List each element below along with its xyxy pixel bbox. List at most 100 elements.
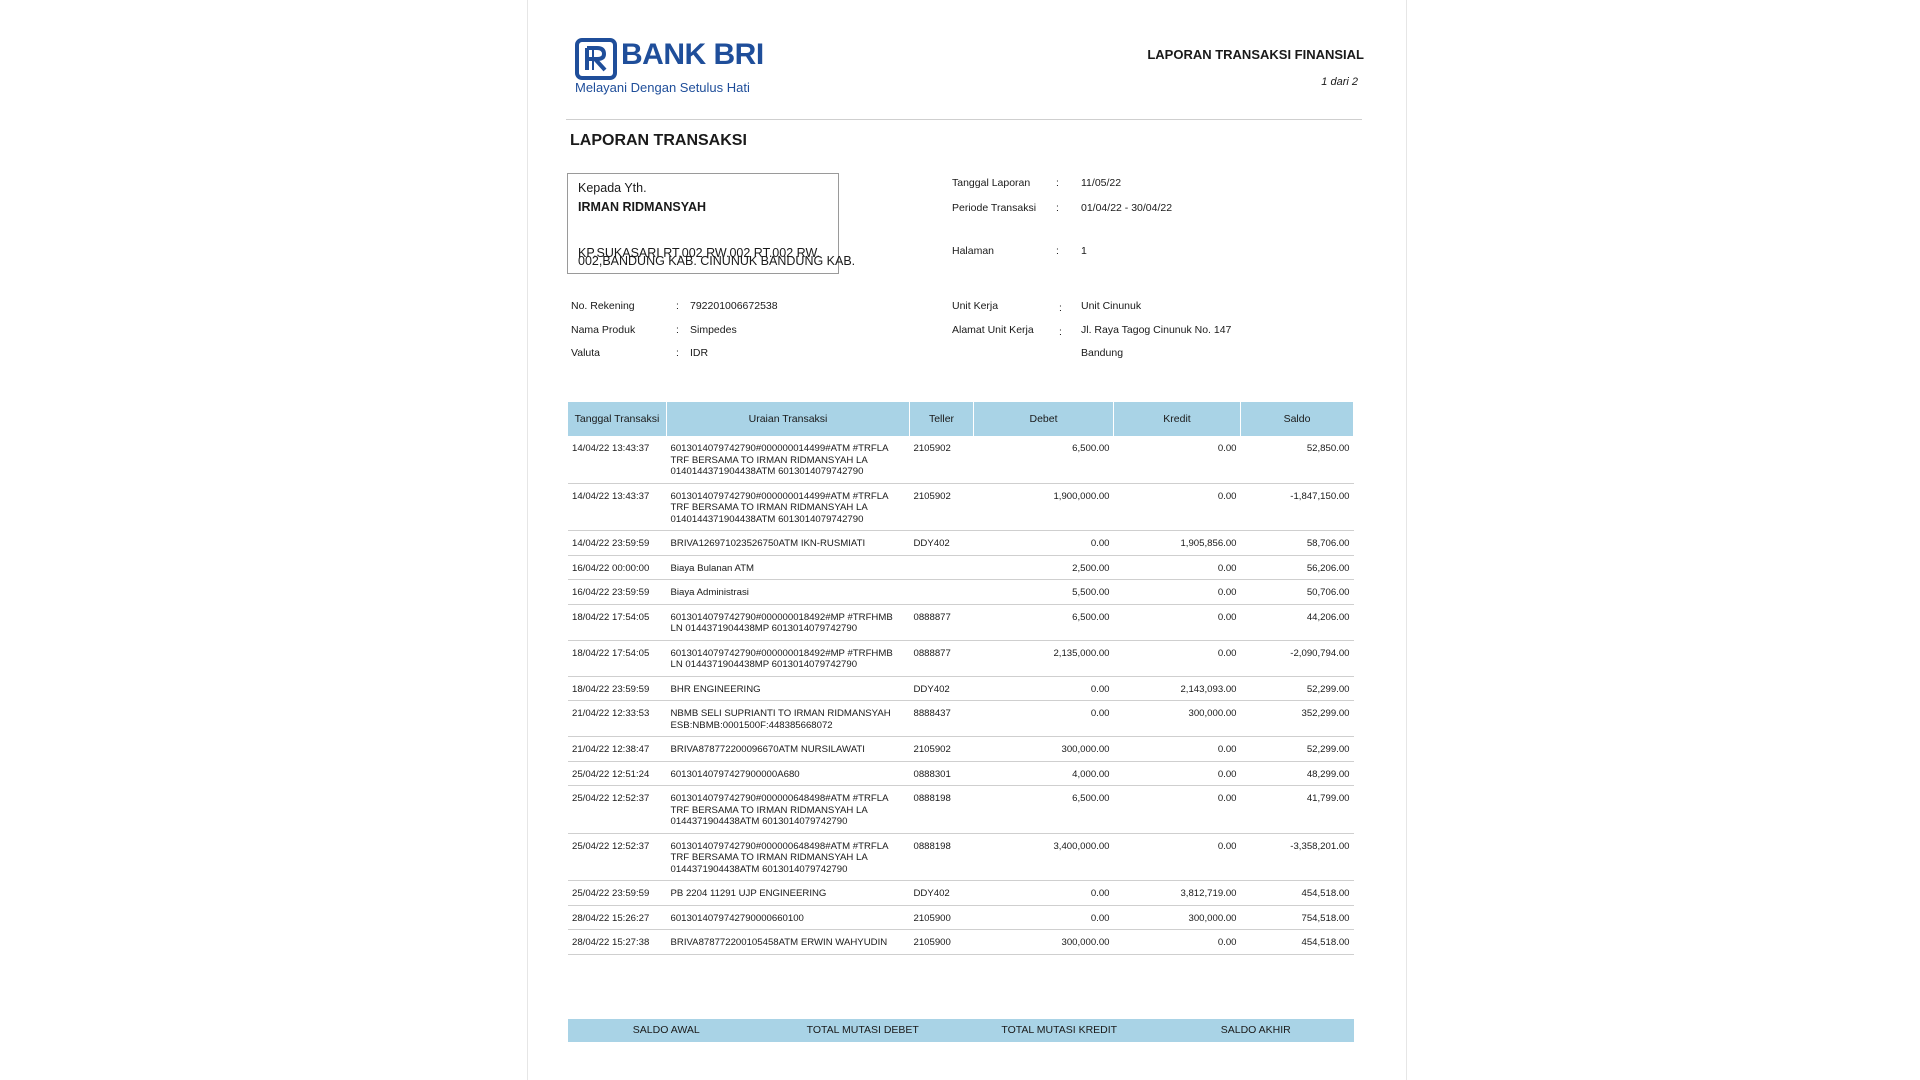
cell-description: Biaya Administrasi — [666, 579, 910, 605]
produk-value: Simpedes — [690, 324, 737, 336]
alamat-colon: : — [1059, 326, 1062, 338]
cell-credit: 0.00 — [1113, 785, 1241, 834]
summary-footer-bar: SALDO AWAL TOTAL MUTASI DEBET TOTAL MUTA… — [568, 1019, 1354, 1042]
cell-description: 6013014079742790#000000014499#ATM #TRFLA… — [666, 483, 910, 531]
cell-teller: DDY402 — [909, 880, 974, 906]
cell-description: BHR ENGINEERING — [666, 676, 910, 701]
cell-balance: 41,799.00 — [1240, 785, 1354, 834]
cell-balance: 52,299.00 — [1240, 676, 1354, 701]
cell-balance: 52,850.00 — [1240, 436, 1354, 484]
cell-credit: 0.00 — [1113, 736, 1241, 762]
cell-balance: 44,206.00 — [1240, 604, 1354, 641]
cell-date: 25/04/22 23:59:59 — [568, 880, 667, 906]
table-row: 18/04/22 23:59:59 BHR ENGINEERING DDY402 0.… — [568, 676, 1354, 701]
table-row: 16/04/22 00:00:00 Biaya Bulanan ATM 2,500.… — [568, 555, 1354, 580]
cell-credit: 3,812,719.00 — [1113, 880, 1241, 906]
cell-teller — [909, 579, 974, 605]
logo-tagline: Melayani Dengan Setulus Hati — [575, 80, 750, 95]
cell-description: 6013014079742790#000000018492#MP #TRFHMB… — [666, 604, 910, 641]
cell-debit: 0.00 — [973, 676, 1114, 701]
section-title: LAPORAN TRANSAKSI — [570, 132, 747, 149]
report-page: BANK BRI Melayani Dengan Setulus Hati LA… — [527, 0, 1407, 1080]
logo-text: BANK BRI — [621, 38, 764, 71]
cell-teller: 2105902 — [909, 436, 974, 484]
cell-description: 60130140797427900000A680 — [666, 761, 910, 786]
produk-label: Nama Produk — [571, 324, 636, 336]
rekening-value: 792201006672538 — [690, 300, 778, 312]
alamat-value-line1: Jl. Raya Tagog Cinunuk No. 147 — [1081, 324, 1232, 336]
report-title: LAPORAN TRANSAKSI FINANSIAL — [1147, 47, 1364, 62]
cell-description: 6013014079742790#000000014499#ATM #TRFLA… — [666, 436, 910, 484]
transaction-table: Tanggal Transaksi Uraian Transaksi Telle… — [568, 402, 1354, 955]
cell-teller: DDY402 — [909, 676, 974, 701]
cell-debit: 1,900,000.00 — [973, 483, 1114, 531]
cell-teller: 2105900 — [909, 929, 974, 955]
cell-date: 16/04/22 23:59:59 — [568, 579, 667, 605]
cell-balance: -3,358,201.00 — [1240, 833, 1354, 881]
table-row: 16/04/22 23:59:59 Biaya Administrasi 5,500… — [568, 579, 1354, 605]
cell-debit: 2,500.00 — [973, 555, 1114, 580]
cell-teller: 0888877 — [909, 604, 974, 641]
cell-teller: 8888437 — [909, 700, 974, 737]
cell-teller: 2105900 — [909, 905, 974, 930]
cell-credit: 0.00 — [1113, 604, 1241, 641]
cell-teller: 2105902 — [909, 736, 974, 762]
header-divider — [566, 119, 1362, 120]
cell-balance: 58,706.00 — [1240, 530, 1354, 556]
alamat-label: Alamat Unit Kerja — [952, 324, 1034, 336]
cell-description: BRIVA878772200105458ATM ERWIN WAHYUDIN — [666, 929, 910, 955]
periode-label: Periode Transaksi — [952, 202, 1037, 214]
cell-debit: 0.00 — [973, 880, 1114, 906]
table-row: 21/04/22 12:38:47 BRIVA878772200096670ATM… — [568, 736, 1354, 762]
page-indicator: 1 dari 2 — [1321, 76, 1358, 88]
cell-description: BRIVA878772200096670ATM NURSILAWATI — [666, 736, 910, 762]
cell-date: 18/04/22 17:54:05 — [568, 604, 667, 641]
cell-credit: 0.00 — [1113, 761, 1241, 786]
column-header: Uraian Transaksi — [666, 402, 910, 436]
cell-balance: 454,518.00 — [1240, 929, 1354, 955]
cell-credit: 300,000.00 — [1113, 905, 1241, 930]
cell-teller: DDY402 — [909, 530, 974, 556]
unit-value: Unit Cinunuk — [1081, 300, 1142, 312]
cell-teller — [909, 555, 974, 580]
tanggal-colon: : — [1056, 177, 1059, 189]
recipient-address-line2: 002,BANDUNG KAB. CINUNUK BANDUNG KAB. — [578, 254, 856, 268]
cell-debit: 0.00 — [973, 700, 1114, 737]
table-row: 25/04/22 12:51:24 60130140797427900000A68… — [568, 761, 1354, 786]
cell-balance: 48,299.00 — [1240, 761, 1354, 786]
table-row: 25/04/22 12:52:37 6013014079742790#000000… — [568, 833, 1354, 881]
produk-colon: : — [676, 324, 679, 336]
cell-date: 25/04/22 12:52:37 — [568, 833, 667, 881]
cell-balance: -1,847,150.00 — [1240, 483, 1354, 531]
cell-description: 6013014079742790#000000018492#MP #TRFHMB… — [666, 640, 910, 677]
cell-credit: 300,000.00 — [1113, 700, 1241, 737]
cell-debit: 300,000.00 — [973, 736, 1114, 762]
rekening-colon: : — [676, 300, 679, 312]
cell-debit: 5,500.00 — [973, 579, 1114, 605]
cell-balance: 454,518.00 — [1240, 880, 1354, 906]
cell-credit: 0.00 — [1113, 555, 1241, 580]
cell-debit: 2,135,000.00 — [973, 640, 1114, 677]
cell-description: Biaya Bulanan ATM — [666, 555, 910, 580]
table-row: 14/04/22 13:43:37 6013014079742790#000000… — [568, 483, 1354, 531]
cell-description: 6013014079742790#000000648498#ATM #TRFLA… — [666, 785, 910, 834]
cell-date: 16/04/22 00:00:00 — [568, 555, 667, 580]
cell-teller: 0888877 — [909, 640, 974, 677]
column-header: Debet — [973, 402, 1114, 436]
periode-value: 01/04/22 - 30/04/22 — [1081, 202, 1173, 214]
cell-date: 25/04/22 12:51:24 — [568, 761, 667, 786]
cell-credit: 0.00 — [1113, 929, 1241, 955]
cell-description: PB 2204 11291 UJP ENGINEERING — [666, 880, 910, 906]
cell-date: 18/04/22 23:59:59 — [568, 676, 667, 701]
valuta-colon: : — [676, 347, 679, 359]
table-row: 28/04/22 15:27:38 BRIVA878772200105458ATM… — [568, 929, 1354, 955]
cell-debit: 6,500.00 — [973, 604, 1114, 641]
cell-balance: 754,518.00 — [1240, 905, 1354, 930]
rekening-label: No. Rekening — [571, 300, 635, 312]
table-row: 18/04/22 17:54:05 6013014079742790#000000… — [568, 604, 1354, 641]
recipient-salutation: Kepada Yth. — [578, 181, 647, 195]
tanggal-label: Tanggal Laporan — [952, 177, 1031, 189]
cell-description: BRIVA126971023526750ATM IKN-RUSMIATI — [666, 530, 910, 556]
cell-teller: 0888198 — [909, 785, 974, 834]
alamat-value-line2: Bandung — [1081, 347, 1124, 359]
